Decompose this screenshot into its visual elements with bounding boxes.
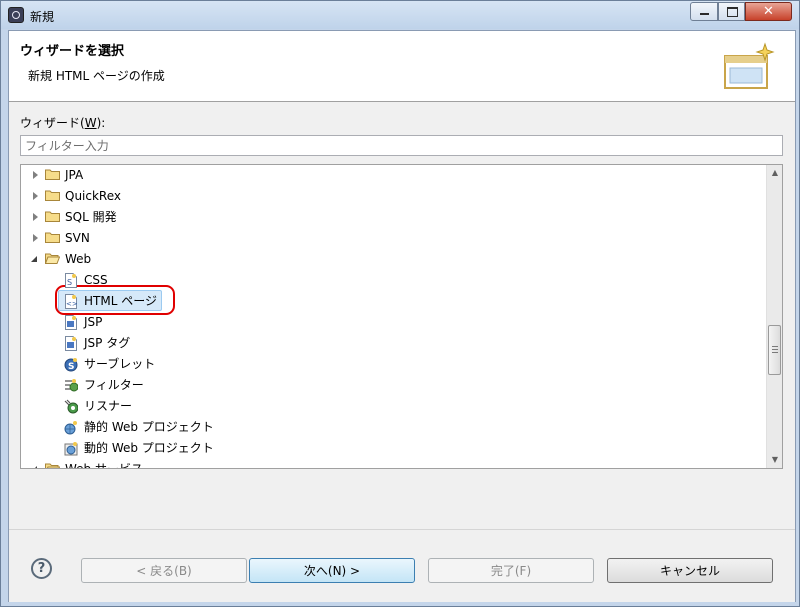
expand-arrow-icon[interactable]	[33, 213, 38, 221]
svg-text:S: S	[68, 362, 74, 372]
wizard-banner: ウィザードを選択 新規 HTML ページの作成	[9, 31, 795, 102]
tree-item-label: QuickRex	[65, 189, 122, 203]
collapse-arrow-icon[interactable]	[31, 256, 37, 262]
grip-line	[772, 346, 778, 347]
tree-item-label: SQL 開発	[65, 210, 117, 224]
grip-line	[772, 352, 778, 353]
scroll-down-arrow-icon[interactable]: ▼	[767, 452, 782, 468]
folder-icon	[45, 190, 60, 201]
wizard-label-mnemonic: W	[84, 116, 97, 130]
next-button[interactable]: 次へ(N) >	[249, 558, 415, 583]
back-button[interactable]: < 戻る(B)	[81, 558, 247, 583]
servlet-icon: S	[64, 358, 78, 372]
help-button[interactable]: ?	[31, 558, 52, 579]
open-folder-icon	[45, 253, 60, 264]
jsp-tag-icon	[65, 336, 77, 351]
tree-item-label: SVN	[65, 231, 90, 245]
filter-input[interactable]	[20, 135, 783, 156]
tree-item-label: JSP	[84, 315, 103, 329]
tree-item-label: 動的 Web プロジェクト	[84, 441, 214, 455]
scroll-up-arrow-icon[interactable]: ▲	[767, 165, 782, 181]
close-icon: ✕	[763, 4, 774, 19]
title-bar[interactable]: 新規 ✕	[1, 1, 799, 29]
svg-text:S: S	[67, 278, 72, 287]
filter-icon	[65, 379, 78, 392]
cancel-button[interactable]: キャンセル	[607, 558, 773, 583]
static-web-project-icon	[64, 421, 77, 435]
vertical-scrollbar[interactable]: ▲ ▼	[766, 165, 782, 468]
tree-item-label: フィルター	[84, 378, 144, 392]
grip-line	[772, 349, 778, 350]
maximize-icon	[727, 7, 738, 17]
tree-item-label: JSP タグ	[84, 336, 131, 350]
svg-text:<>: <>	[66, 300, 78, 308]
dynamic-web-project-icon	[64, 442, 78, 456]
collapse-arrow-icon[interactable]	[31, 466, 37, 468]
wizard-banner-icon	[724, 42, 775, 89]
folder-icon	[45, 169, 60, 180]
wizard-label: ウィザード(W):	[20, 114, 105, 131]
open-folder-icon	[45, 463, 60, 468]
wizard-tree[interactable]: JPA QuickRex SQL 開発 SVN Web S CSS <> HTM…	[20, 164, 783, 469]
minimize-button[interactable]	[690, 2, 718, 21]
window-title: 新規	[30, 10, 55, 24]
folder-icon	[45, 211, 60, 222]
tree-item-label: サーブレット	[84, 357, 156, 371]
tree-item-label: Web	[65, 252, 92, 266]
wizard-label-prefix: ウィザード(	[20, 116, 85, 130]
html-file-icon: <>	[65, 294, 78, 309]
expand-arrow-icon[interactable]	[33, 171, 38, 179]
tree-item-label: JPA	[65, 168, 84, 182]
tree-item-label: CSS	[84, 273, 108, 287]
scroll-thumb[interactable]	[768, 325, 781, 375]
expand-arrow-icon[interactable]	[33, 234, 38, 242]
jsp-file-icon	[65, 315, 77, 330]
button-bar: ? < 戻る(B) 次へ(N) > 完了(F) キャンセル	[9, 529, 795, 602]
close-button[interactable]: ✕	[745, 2, 792, 21]
tree-item-label: Web サービス	[65, 462, 143, 469]
dialog-body: ウィザードを選択 新規 HTML ページの作成 ウィザード(W): JPA	[8, 30, 796, 602]
banner-title: ウィザードを選択	[20, 44, 125, 59]
tree-item-label: リスナー	[84, 399, 133, 413]
css-file-icon: S	[65, 273, 77, 288]
wizard-label-suffix: ):	[96, 116, 106, 130]
banner-description: 新規 HTML ページの作成	[28, 69, 165, 83]
maximize-button[interactable]	[718, 2, 745, 21]
finish-button[interactable]: 完了(F)	[428, 558, 594, 583]
tree-item-label: HTML ページ	[84, 294, 157, 308]
tree-item-label: 静的 Web プロジェクト	[84, 420, 214, 434]
expand-arrow-icon[interactable]	[33, 192, 38, 200]
folder-icon	[45, 232, 60, 243]
eclipse-app-icon	[8, 7, 24, 23]
minimize-icon	[700, 13, 709, 15]
listener-icon	[64, 399, 78, 414]
new-wizard-window: 新規 ✕ ウィザードを選択 新規 HTML ページの作成 ウィザード(W): フ…	[0, 0, 800, 607]
